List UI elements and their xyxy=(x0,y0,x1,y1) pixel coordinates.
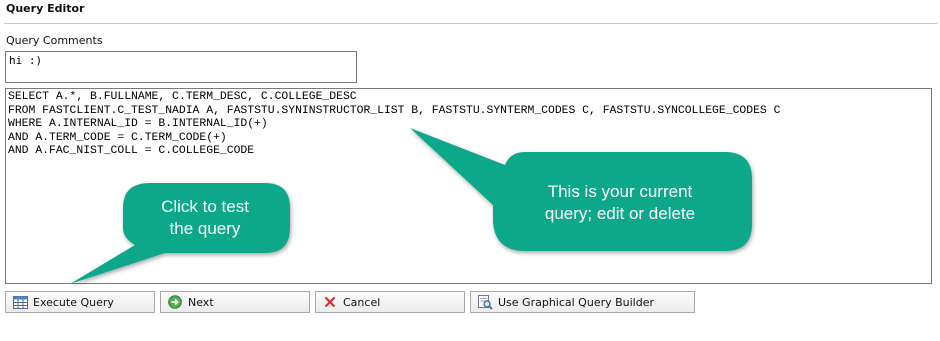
query-builder-icon xyxy=(477,294,493,310)
graphical-query-builder-label: Use Graphical Query Builder xyxy=(498,295,655,309)
query-line: AND A.TERM_CODE = C.TERM_CODE(+) xyxy=(8,131,227,144)
query-line: WHERE A.INTERNAL_ID = B.INTERNAL_ID(+) xyxy=(8,118,268,130)
execute-query-label: Execute Query xyxy=(33,295,114,309)
query-line: SELECT A.*, B.FULLNAME, C.TERM_DESC, C.C… xyxy=(8,91,357,103)
cancel-x-icon xyxy=(322,294,338,310)
query-comments-input[interactable]: hi :) xyxy=(5,51,357,83)
query-line: FROM FASTCLIENT.C_TEST_NADIA A, FASTSTU.… xyxy=(8,104,781,117)
query-comments-label: Query Comments xyxy=(6,34,103,47)
execute-query-button[interactable]: Execute Query xyxy=(5,291,155,313)
graphical-query-builder-button[interactable]: Use Graphical Query Builder xyxy=(470,291,695,313)
section-title: Query Editor xyxy=(6,2,85,15)
query-line: AND A.FAC_NIST_COLL = C.COLLEGE_CODE xyxy=(8,145,255,157)
next-button[interactable]: Next xyxy=(160,291,310,313)
title-divider xyxy=(4,23,938,24)
cancel-button[interactable]: Cancel xyxy=(315,291,465,313)
next-button-label: Next xyxy=(188,295,214,309)
cancel-button-label: Cancel xyxy=(343,295,381,309)
query-text-area[interactable]: SELECT A.*, B.FULLNAME, C.TERM_DESC, C.C… xyxy=(5,88,932,284)
table-icon xyxy=(12,294,28,310)
next-arrow-icon xyxy=(167,294,183,310)
